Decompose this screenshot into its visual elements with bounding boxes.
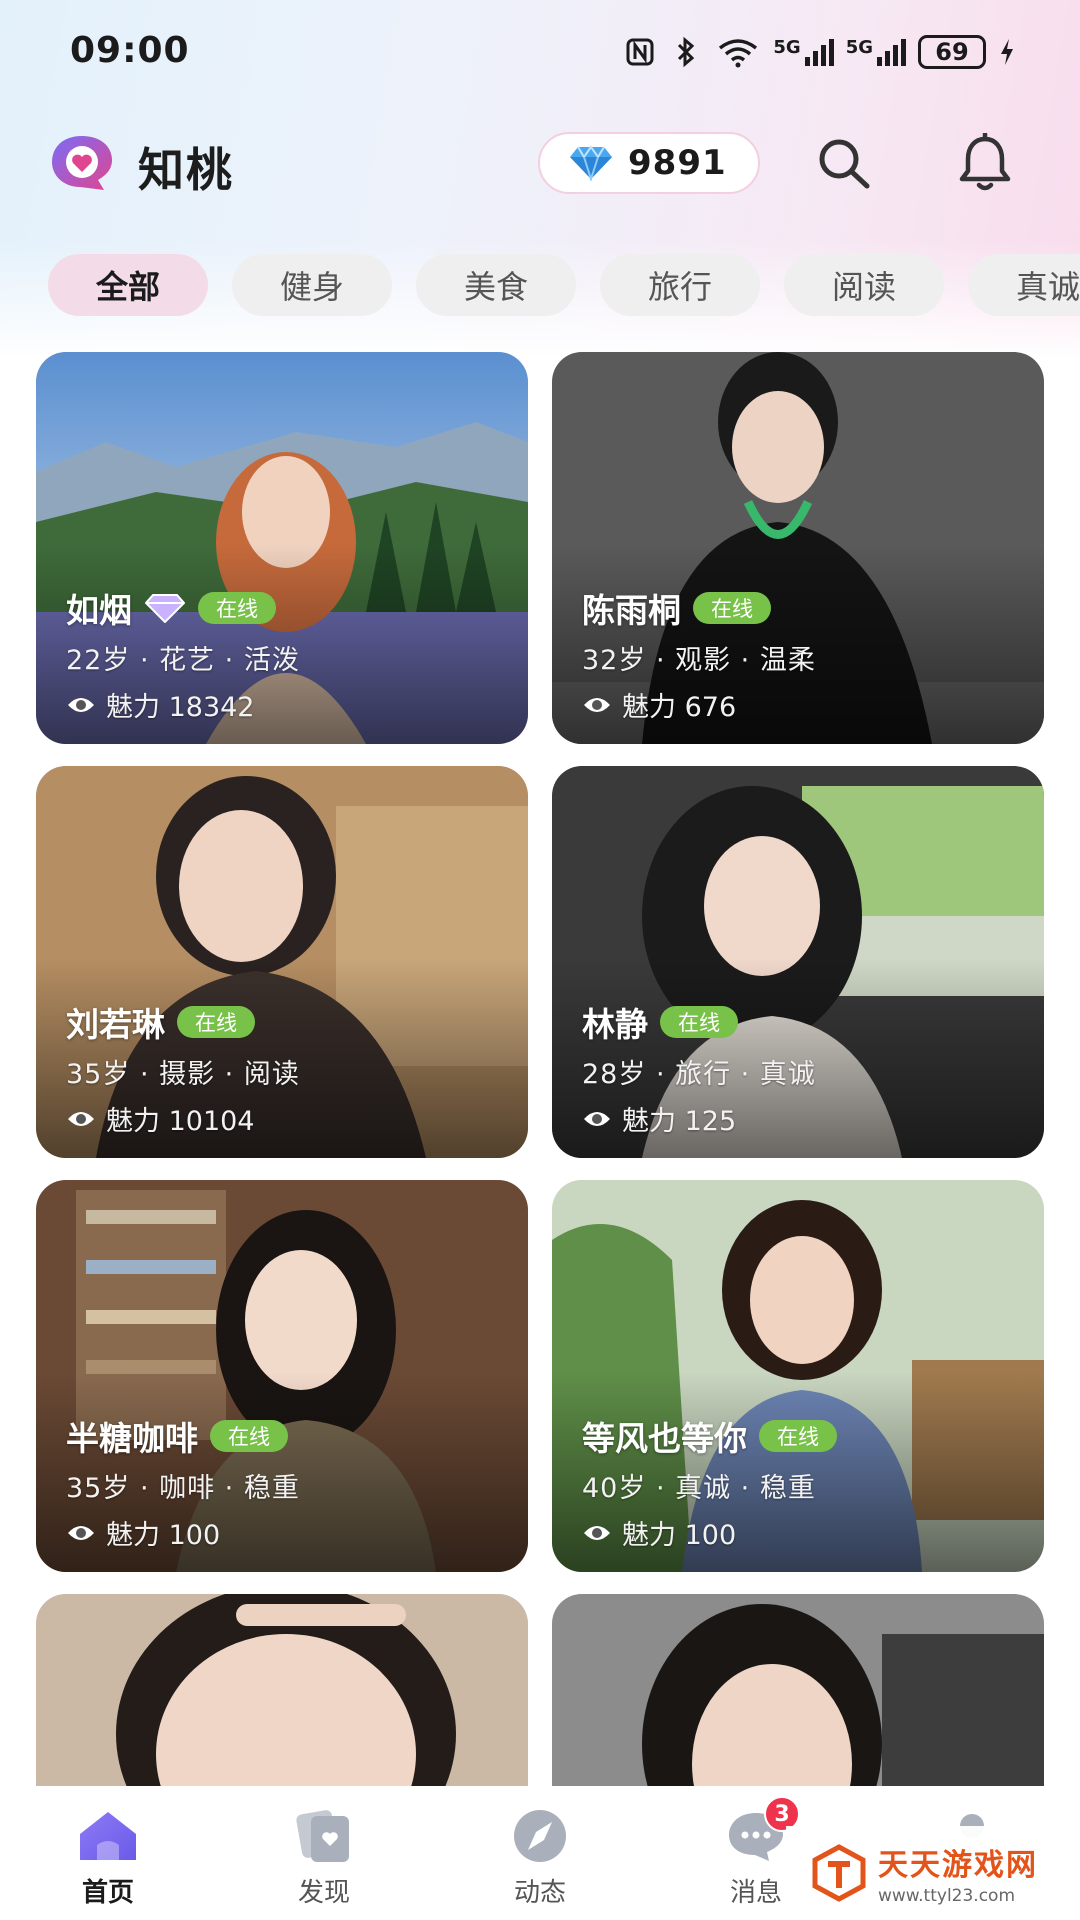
signal-label: 5G — [845, 37, 873, 58]
status-icons: 5G 5G 69 — [623, 30, 1016, 74]
nav-label: 首页 — [81, 1878, 134, 1908]
signal-icon — [804, 39, 834, 66]
online-status-badge: 在线 — [177, 1006, 255, 1038]
nav-label: 动态 — [513, 1878, 566, 1908]
signal-icon — [877, 39, 906, 66]
charm-score: 魅力 10104 — [106, 1106, 255, 1137]
nav-home[interactable]: 首页 — [0, 1786, 216, 1920]
tab-sincere[interactable]: 真诚 — [968, 254, 1080, 316]
chat-bubble-icon: 3 — [724, 1796, 800, 1864]
profile-card[interactable]: 等风也等你 在线 40岁 · 真诚 · 稳重 魅力 100 — [552, 1180, 1044, 1572]
compass-icon — [508, 1808, 572, 1864]
bluetooth-icon — [669, 35, 703, 69]
profile-info: 陈雨桐 在线 32岁 · 观影 · 温柔 魅力 676 — [582, 586, 1024, 724]
profile-info: 等风也等你 在线 40岁 · 真诚 · 稳重 魅力 100 — [582, 1414, 1024, 1552]
tab-travel[interactable]: 旅行 — [600, 254, 760, 316]
tab-food[interactable]: 美食 — [416, 254, 576, 316]
search-button[interactable] — [812, 132, 874, 194]
home-icon — [76, 1808, 140, 1864]
profile-info: 如烟 在线 22岁 · 花艺 · 活泼 魅力 18342 — [66, 586, 508, 724]
profile-name: 半糖咖啡 — [66, 1419, 198, 1458]
watermark-title: 天天游戏网 — [878, 1848, 1038, 1883]
profile-meta: 40岁 · 真诚 · 稳重 — [582, 1473, 816, 1504]
tab-reading[interactable]: 阅读 — [784, 254, 944, 316]
signal-label: 5G — [773, 37, 801, 58]
profile-meta: 22岁 · 花艺 · 活泼 — [66, 645, 300, 676]
watermark-logo-icon — [810, 1844, 868, 1902]
profile-card[interactable]: 陈雨桐 在线 32岁 · 观影 · 温柔 魅力 676 — [552, 352, 1044, 744]
online-status-badge: 在线 — [660, 1006, 738, 1038]
signal-5g-2: 5G — [846, 37, 906, 67]
diamond-balance-button[interactable]: 9891 — [538, 132, 760, 194]
online-status-badge: 在线 — [210, 1420, 288, 1452]
profile-info: 林静 在线 28岁 · 旅行 · 真诚 魅力 125 — [582, 1000, 1024, 1138]
charm-eye-icon — [66, 1521, 96, 1545]
profile-meta: 35岁 · 咖啡 · 稳重 — [66, 1473, 300, 1504]
nav-label: 消息 — [729, 1878, 782, 1908]
search-icon — [819, 139, 870, 189]
category-tabs: 全部 健身 美食 旅行 阅读 真诚 — [0, 254, 1080, 316]
nav-label: 发现 — [297, 1878, 350, 1908]
app-logo-icon — [46, 132, 118, 194]
profile-name: 如烟 — [66, 591, 132, 630]
app-title: 知桃 — [138, 143, 234, 197]
battery-icon: 69 — [918, 35, 986, 69]
wifi-icon — [715, 35, 761, 69]
signal-5g-1: 5G — [773, 37, 834, 67]
nfc-icon — [623, 35, 657, 69]
online-status-badge: 在线 — [693, 592, 771, 624]
profile-name: 等风也等你 — [582, 1419, 747, 1458]
diamond-icon — [568, 145, 614, 181]
charm-score: 魅力 125 — [622, 1106, 737, 1137]
status-bar: 09:00 5G 5G 69 — [0, 0, 1080, 104]
charm-eye-icon — [66, 1107, 96, 1131]
profile-name: 刘若琳 — [66, 1005, 165, 1044]
charm-eye-icon — [66, 693, 96, 717]
discover-cards-icon — [292, 1808, 356, 1864]
nav-moments[interactable]: 动态 — [432, 1786, 648, 1920]
profile-name: 陈雨桐 — [582, 591, 681, 630]
watermark-url: www.ttyl23.com — [878, 1886, 1016, 1906]
tab-fitness[interactable]: 健身 — [232, 254, 392, 316]
charm-score: 魅力 100 — [106, 1520, 221, 1551]
charm-score: 魅力 676 — [622, 692, 737, 723]
online-status-badge: 在线 — [759, 1420, 837, 1452]
profile-name: 林静 — [582, 1005, 648, 1044]
nav-discover[interactable]: 发现 — [216, 1786, 432, 1920]
charm-eye-icon — [582, 693, 612, 717]
profile-meta: 28岁 · 旅行 · 真诚 — [582, 1059, 816, 1090]
charm-eye-icon — [582, 1107, 612, 1131]
charging-icon — [998, 35, 1016, 69]
online-status-badge: 在线 — [198, 592, 276, 624]
site-watermark: 天天游戏网 www.ttyl23.com — [786, 1826, 1080, 1920]
tab-all[interactable]: 全部 — [48, 254, 208, 316]
vip-diamond-icon — [144, 591, 186, 625]
profile-info: 刘若琳 在线 35岁 · 摄影 · 阅读 魅力 10104 — [66, 1000, 508, 1138]
charm-score: 魅力 18342 — [106, 692, 255, 723]
profile-info: 半糖咖啡 在线 35岁 · 咖啡 · 稳重 魅力 100 — [66, 1414, 508, 1552]
profile-meta: 35岁 · 摄影 · 阅读 — [66, 1059, 300, 1090]
diamond-count: 9891 — [628, 143, 727, 183]
status-time: 09:00 — [70, 30, 190, 71]
profile-card[interactable]: 半糖咖啡 在线 35岁 · 咖啡 · 稳重 魅力 100 — [36, 1180, 528, 1572]
notification-button[interactable] — [954, 132, 1016, 194]
charm-eye-icon — [582, 1521, 612, 1545]
profile-card[interactable]: 林静 在线 28岁 · 旅行 · 真诚 魅力 125 — [552, 766, 1044, 1158]
app-header: 知桃 9891 — [0, 120, 1080, 206]
profile-meta: 32岁 · 观影 · 温柔 — [582, 645, 816, 676]
profile-card[interactable]: 刘若琳 在线 35岁 · 摄影 · 阅读 魅力 10104 — [36, 766, 528, 1158]
charm-score: 魅力 100 — [622, 1520, 737, 1551]
bell-icon — [959, 133, 1011, 191]
profile-card[interactable]: 如烟 在线 22岁 · 花艺 · 活泼 魅力 18342 — [36, 352, 528, 744]
